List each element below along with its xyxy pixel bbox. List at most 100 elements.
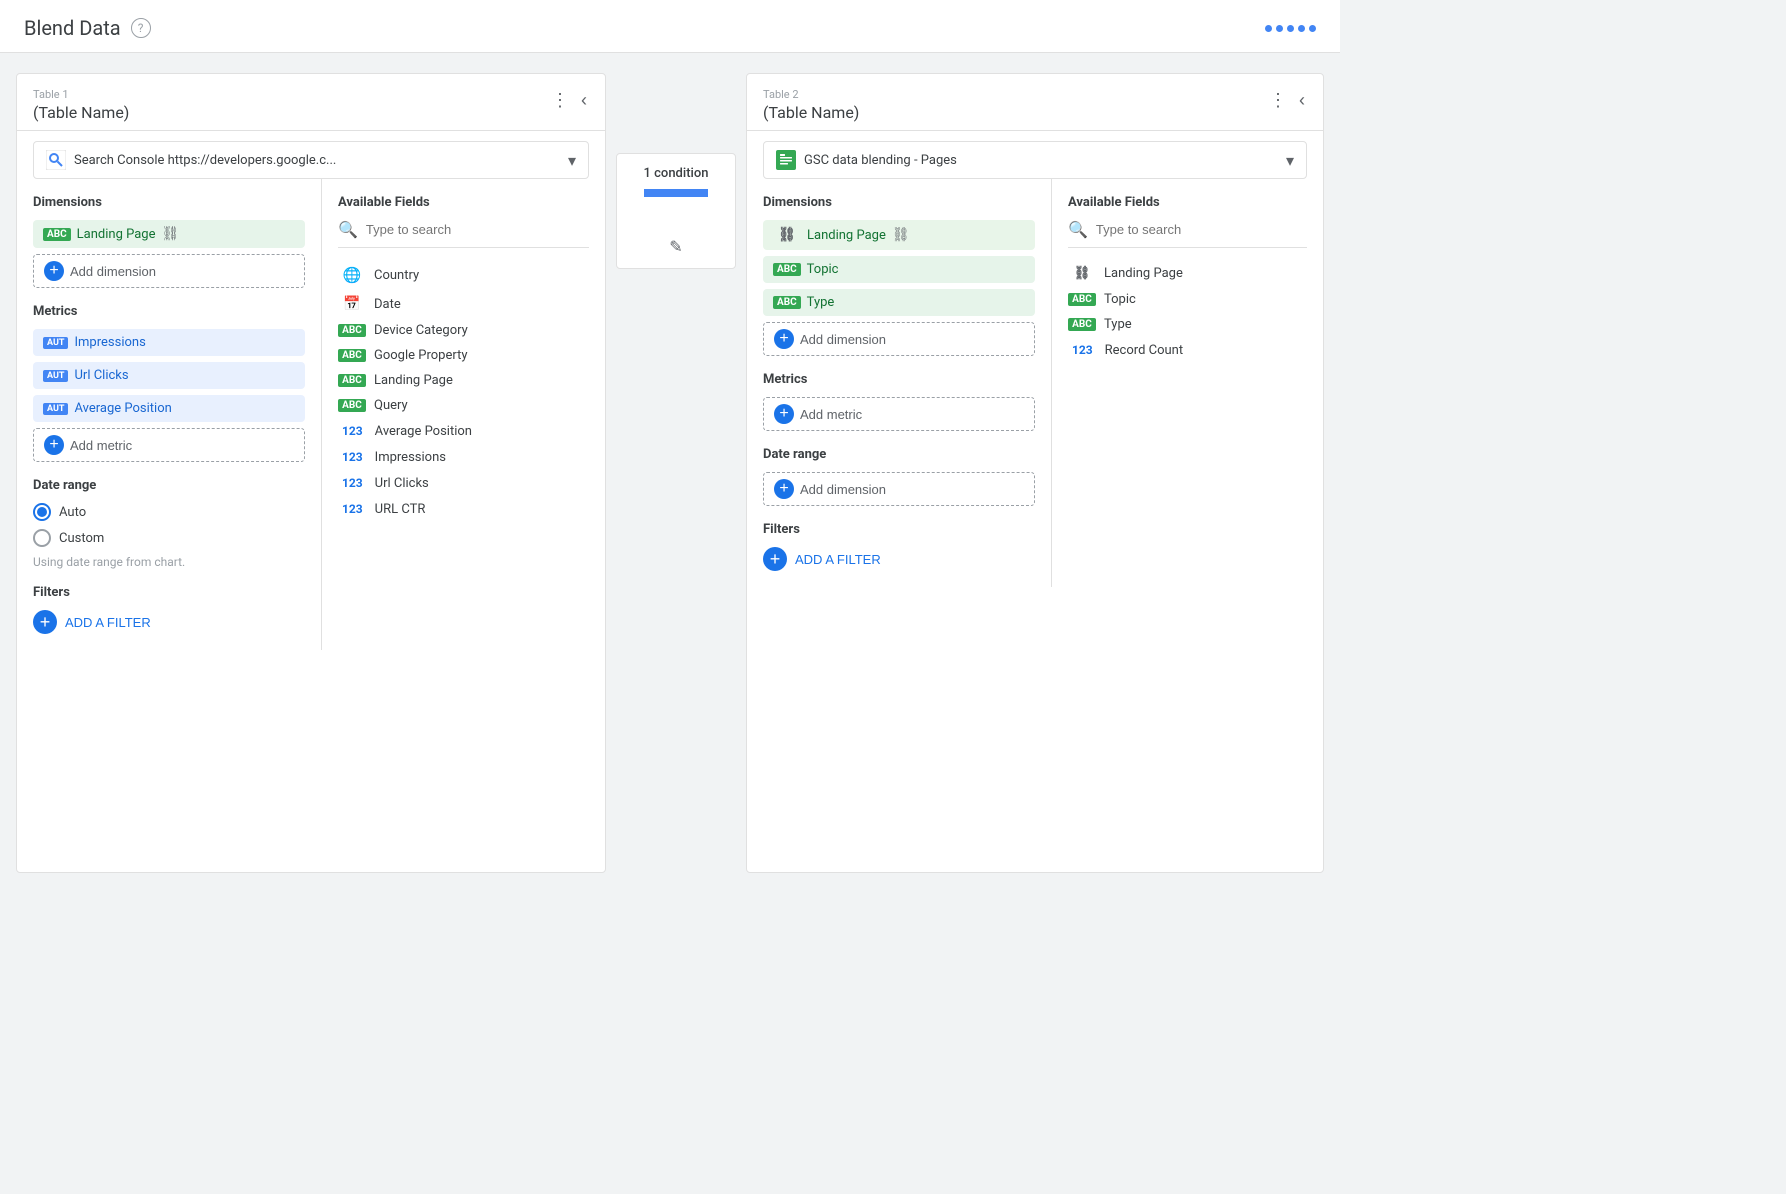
field-google-property[interactable]: ABC Google Property [338,343,589,368]
metric-label-impressions: Impressions [74,335,145,350]
table2-metrics-label: Metrics [763,372,1035,387]
abc-icon-query: ABC [338,399,366,412]
t2-field-landing-page[interactable]: ⛓ Landing Page [1068,260,1307,287]
add-metric-button-t2[interactable]: + Add metric [763,397,1035,431]
add-dimension-button[interactable]: + Add dimension [33,254,305,288]
add-metric-button[interactable]: + Add metric [33,428,305,462]
chip-tag-abc-topic: ABC [773,263,801,276]
field-device-category[interactable]: ABC Device Category [338,318,589,343]
add-date-range-button-t2[interactable]: + Add dimension [763,472,1035,506]
field-landing-page[interactable]: ABC Landing Page [338,368,589,393]
date-range-custom[interactable]: Custom [33,529,305,547]
field-impressions-label: Impressions [375,450,446,465]
radio-auto-label: Auto [59,505,86,520]
search-icon-2: 🔍 [1068,220,1088,239]
field-country[interactable]: 🌐 Country [338,260,589,290]
link-icon-t2-lp: ⛓ [1068,265,1096,282]
123-icon-t2-record: 123 [1068,342,1097,358]
link-icon-chip: ⛓ [773,226,801,244]
field-url-ctr-label: URL CTR [375,502,426,517]
table2-title: (Table Name) [763,103,859,122]
add-date-range-icon-t2: + [774,479,794,499]
table1-dimensions-label: Dimensions [33,195,305,210]
dimension-chip-landing-page[interactable]: ABC Landing Page ⛓ [33,220,305,248]
dot-4 [1298,25,1305,32]
main-content: Table 1 (Table Name) ⋮ ‹ Search Console … [0,53,1340,893]
chip-tag-aut-3: AUT [43,403,68,415]
metric-chip-avg-position[interactable]: AUT Average Position [33,395,305,422]
dots-menu [1265,25,1316,32]
metric-chip-impressions[interactable]: AUT Impressions [33,329,305,356]
search-console-icon [46,150,66,170]
search-icon-1: 🔍 [338,220,358,239]
table1-panel: Table 1 (Table Name) ⋮ ‹ Search Console … [16,73,606,873]
dim-chip-type[interactable]: ABC Type [763,289,1035,316]
venn-diagram [644,189,708,229]
table1-filters-label: Filters [33,585,305,600]
dim-chip-topic[interactable]: ABC Topic [763,256,1035,283]
abc-icon-t2-topic: ABC [1068,293,1096,306]
chip-tag-aut-1: AUT [43,337,68,349]
table1-search-input[interactable] [366,222,589,237]
123-icon-impressions: 123 [338,449,367,465]
chip-tag-abc: ABC [43,228,71,241]
table1-add-filter-button[interactable]: + ADD A FILTER [33,610,151,634]
field-date[interactable]: 📅 Date [338,290,589,318]
table2-right-col: Available Fields 🔍 ⛓ Landing Page ABC To… [1052,179,1323,587]
table1-datasource-text: Search Console https://developers.google… [74,153,560,168]
table1-available-fields-label: Available Fields [338,195,589,210]
table1-title: (Table Name) [33,103,129,122]
table2-filters-label: Filters [763,522,1035,537]
table2-add-filter-button[interactable]: + ADD A FILTER [763,547,881,571]
field-url-clicks-label: Url Clicks [375,476,429,491]
table2-search-input[interactable] [1096,222,1307,237]
field-date-label: Date [374,297,401,312]
dim-label-landing-page-t2: Landing Page [807,228,886,243]
date-range-auto[interactable]: Auto [33,503,305,521]
table2-actions: ⋮ ‹ [1267,88,1307,113]
field-avg-position[interactable]: 123 Average Position [338,418,589,444]
field-landing-page-label: Landing Page [374,373,453,388]
table1-more-button[interactable]: ⋮ [549,88,571,113]
add-filter-icon: + [33,610,57,634]
edit-join-icon[interactable]: ✎ [669,237,682,256]
radio-custom-outer [33,529,51,547]
t2-field-type-label: Type [1104,317,1132,332]
radio-auto-inner [37,507,47,517]
date-range-note: Using date range from chart. [33,555,305,569]
dim-chip-landing-page-t2[interactable]: ⛓ Landing Page ⛓ [763,220,1035,250]
field-url-ctr[interactable]: 123 URL CTR [338,496,589,522]
field-country-label: Country [374,268,419,283]
radio-auto-outer [33,503,51,521]
field-impressions[interactable]: 123 Impressions [338,444,589,470]
table2-collapse-button[interactable]: ‹ [1297,88,1307,113]
add-dimension-button-t2[interactable]: + Add dimension [763,322,1035,356]
table1-actions: ⋮ ‹ [549,88,589,113]
abc-icon-device: ABC [338,324,366,337]
table1-right-col: Available Fields 🔍 🌐 Country 📅 Date [322,179,605,650]
help-icon[interactable]: ? [131,18,151,38]
metric-chip-url-clicks[interactable]: AUT Url Clicks [33,362,305,389]
table1-header: Table 1 (Table Name) ⋮ ‹ [17,74,605,131]
table1-collapse-button[interactable]: ‹ [579,88,589,113]
t2-field-topic[interactable]: ABC Topic [1068,287,1307,312]
t2-field-type[interactable]: ABC Type [1068,312,1307,337]
table1-datasource-selector[interactable]: Search Console https://developers.google… [33,141,589,179]
table1-field-list: 🌐 Country 📅 Date ABC Device Category [338,260,589,522]
field-query[interactable]: ABC Query [338,393,589,418]
table2-left-col: Dimensions ⛓ Landing Page ⛓ ABC Topic AB… [747,179,1052,587]
add-filter-label: ADD A FILTER [65,615,151,630]
table2-more-button[interactable]: ⋮ [1267,88,1289,113]
table2-search-box: 🔍 [1068,220,1307,248]
table1-date-range-label: Date range [33,478,305,493]
dim-label-topic: Topic [807,262,839,277]
field-url-clicks[interactable]: 123 Url Clicks [338,470,589,496]
t2-field-record-count[interactable]: 123 Record Count [1068,337,1307,363]
123-icon-url-clicks: 123 [338,475,367,491]
table2-datasource-selector[interactable]: GSC data blending - Pages ▾ [763,141,1307,179]
metric-label-url-clicks: Url Clicks [74,368,128,383]
add-dimension-icon: + [44,261,64,281]
table2-field-list: ⛓ Landing Page ABC Topic ABC Type [1068,260,1307,363]
t2-field-landing-page-label: Landing Page [1104,266,1183,281]
table2-available-fields-label: Available Fields [1068,195,1307,210]
